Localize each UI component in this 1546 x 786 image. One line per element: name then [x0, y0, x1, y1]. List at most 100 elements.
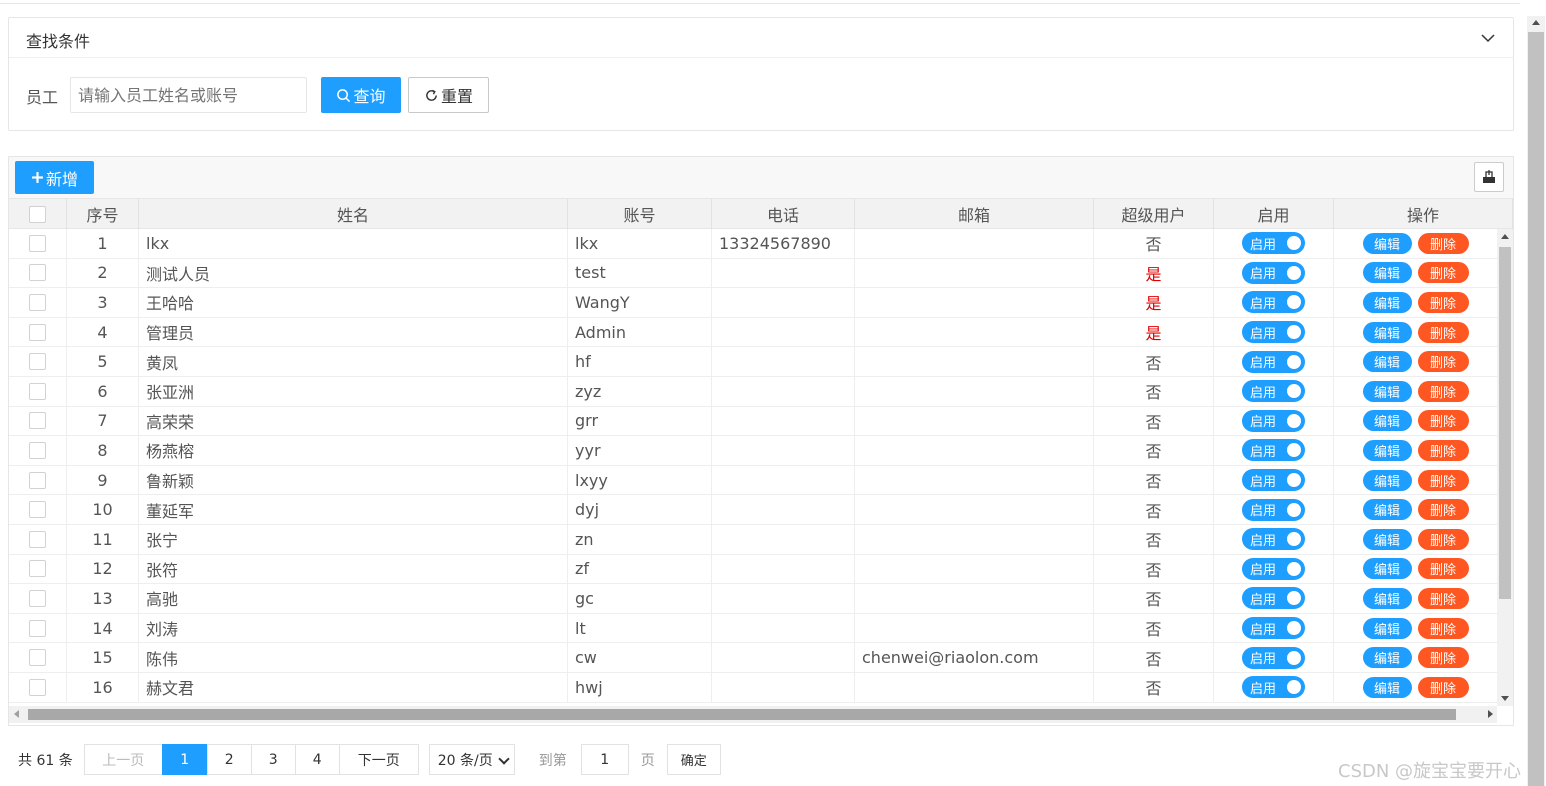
edit-button[interactable]: 编辑: [1362, 617, 1412, 639]
pagination-goto-input[interactable]: 1: [580, 744, 629, 775]
row-checkbox[interactable]: [29, 471, 46, 489]
pagination-confirm-button[interactable]: 确定: [666, 744, 721, 775]
enabled-toggle[interactable]: 启用: [1242, 528, 1305, 551]
page-vertical-scrollbar-thumb[interactable]: [1528, 32, 1544, 786]
edit-button[interactable]: 编辑: [1362, 321, 1412, 343]
scroll-right-icon[interactable]: [1488, 710, 1493, 718]
row-checkbox[interactable]: [29, 412, 46, 430]
delete-button[interactable]: 删除: [1417, 321, 1469, 343]
select-all-checkbox[interactable]: [29, 205, 46, 223]
row-checkbox[interactable]: [29, 441, 46, 459]
table-row[interactable]: 3 王哈哈 WangY 是 启用 编辑 删除: [9, 288, 1497, 318]
scroll-up-icon[interactable]: [1501, 234, 1509, 239]
edit-button[interactable]: 编辑: [1362, 469, 1412, 491]
delete-button[interactable]: 删除: [1417, 676, 1469, 698]
edit-button[interactable]: 编辑: [1362, 528, 1412, 550]
edit-button[interactable]: 编辑: [1362, 647, 1412, 669]
table-vertical-scrollbar[interactable]: [1497, 229, 1513, 706]
edit-button[interactable]: 编辑: [1362, 439, 1412, 461]
table-row[interactable]: 4 管理员 Admin 是 启用 编辑 删除: [9, 317, 1497, 348]
edit-button[interactable]: 编辑: [1362, 380, 1412, 402]
table-row[interactable]: 14 刘涛 lt 否 启用 编辑 删除: [9, 613, 1497, 644]
export-button[interactable]: [1474, 162, 1504, 192]
row-checkbox[interactable]: [29, 649, 46, 667]
row-checkbox[interactable]: [29, 382, 46, 400]
table-row[interactable]: 9 鲁新颖 lxyy 否 启用 编辑 删除: [9, 465, 1497, 496]
pagination-page-4[interactable]: 4: [294, 744, 340, 775]
enabled-toggle[interactable]: 启用: [1242, 469, 1305, 492]
enabled-toggle[interactable]: 启用: [1242, 321, 1305, 344]
table-row[interactable]: 10 董延军 dyj 否 启用 编辑 删除: [9, 495, 1497, 525]
pagination-page-1[interactable]: 1: [161, 744, 208, 775]
edit-button[interactable]: 编辑: [1362, 232, 1412, 254]
delete-button[interactable]: 删除: [1417, 558, 1469, 580]
page-vertical-scrollbar[interactable]: [1527, 16, 1545, 786]
delete-button[interactable]: 删除: [1417, 587, 1469, 609]
delete-button[interactable]: 删除: [1417, 232, 1469, 254]
enabled-toggle[interactable]: 启用: [1242, 617, 1305, 640]
enabled-toggle[interactable]: 启用: [1242, 380, 1305, 403]
row-checkbox[interactable]: [29, 264, 46, 282]
table-row[interactable]: 16 赫文君 hwj 否 启用 编辑 删除: [9, 673, 1497, 703]
row-checkbox[interactable]: [29, 678, 46, 696]
table-vertical-scrollbar-thumb[interactable]: [1499, 247, 1511, 599]
edit-button[interactable]: 编辑: [1362, 558, 1412, 580]
row-checkbox[interactable]: [29, 323, 46, 341]
employee-search-input[interactable]: [70, 77, 307, 113]
enabled-toggle[interactable]: 启用: [1242, 261, 1305, 284]
edit-button[interactable]: 编辑: [1362, 291, 1412, 313]
pagination-page-3[interactable]: 3: [250, 744, 296, 775]
delete-button[interactable]: 删除: [1417, 262, 1469, 284]
page-size-select[interactable]: 20 条/页: [428, 744, 515, 775]
enabled-toggle[interactable]: 启用: [1242, 409, 1305, 432]
edit-button[interactable]: 编辑: [1362, 587, 1412, 609]
pagination-prev-button[interactable]: 上一页: [83, 744, 163, 775]
enabled-toggle[interactable]: 启用: [1242, 646, 1305, 669]
enabled-toggle[interactable]: 启用: [1242, 557, 1305, 580]
table-row[interactable]: 15 陈伟 cw chenwei@riaolon.com 否 启用 编辑 删除: [9, 643, 1497, 673]
enabled-toggle[interactable]: 启用: [1242, 587, 1305, 610]
edit-button[interactable]: 编辑: [1362, 410, 1412, 432]
delete-button[interactable]: 删除: [1417, 469, 1469, 491]
delete-button[interactable]: 删除: [1417, 380, 1469, 402]
row-checkbox[interactable]: [29, 560, 46, 578]
table-row[interactable]: 2 测试人员 test 是 启用 编辑 删除: [9, 258, 1497, 289]
enabled-toggle[interactable]: 启用: [1242, 498, 1305, 521]
table-row[interactable]: 11 张宁 zn 否 启用 编辑 删除: [9, 525, 1497, 555]
table-row[interactable]: 8 杨燕榕 yyr 否 启用 编辑 删除: [9, 436, 1497, 466]
table-row[interactable]: 12 张符 zf 否 启用 编辑 删除: [9, 554, 1497, 585]
table-row[interactable]: 7 高荣荣 grr 否 启用 编辑 删除: [9, 406, 1497, 437]
scroll-down-icon[interactable]: [1501, 696, 1509, 701]
row-checkbox[interactable]: [29, 353, 46, 371]
reset-button[interactable]: 重置: [408, 77, 489, 113]
delete-button[interactable]: 删除: [1417, 617, 1469, 639]
row-checkbox[interactable]: [29, 589, 46, 607]
edit-button[interactable]: 编辑: [1362, 262, 1412, 284]
row-checkbox[interactable]: [29, 619, 46, 637]
table-horizontal-scrollbar-thumb[interactable]: [28, 709, 1456, 720]
row-checkbox[interactable]: [29, 530, 46, 548]
query-button[interactable]: 查询: [321, 77, 401, 113]
scroll-left-icon[interactable]: [14, 710, 19, 718]
edit-button[interactable]: 编辑: [1362, 351, 1412, 373]
table-row[interactable]: 5 黄凤 hf 否 启用 编辑 删除: [9, 347, 1497, 377]
delete-button[interactable]: 删除: [1417, 647, 1469, 669]
chevron-down-icon[interactable]: [1480, 30, 1496, 46]
table-horizontal-scrollbar[interactable]: [9, 706, 1497, 723]
delete-button[interactable]: 删除: [1417, 410, 1469, 432]
enabled-toggle[interactable]: 启用: [1242, 232, 1305, 255]
enabled-toggle[interactable]: 启用: [1242, 676, 1305, 699]
delete-button[interactable]: 删除: [1417, 499, 1469, 521]
edit-button[interactable]: 编辑: [1362, 499, 1412, 521]
enabled-toggle[interactable]: 启用: [1242, 291, 1305, 314]
pagination-page-2[interactable]: 2: [206, 744, 252, 775]
row-checkbox[interactable]: [29, 293, 46, 311]
search-panel-header[interactable]: 查找条件: [9, 18, 1513, 58]
delete-button[interactable]: 删除: [1417, 439, 1469, 461]
delete-button[interactable]: 删除: [1417, 291, 1469, 313]
enabled-toggle[interactable]: 启用: [1242, 350, 1305, 373]
pagination-next-button[interactable]: 下一页: [338, 744, 419, 775]
table-row[interactable]: 6 张亚洲 zyz 否 启用 编辑 删除: [9, 377, 1497, 407]
scroll-up-icon[interactable]: [1532, 20, 1540, 25]
add-button[interactable]: 新增: [15, 161, 94, 194]
